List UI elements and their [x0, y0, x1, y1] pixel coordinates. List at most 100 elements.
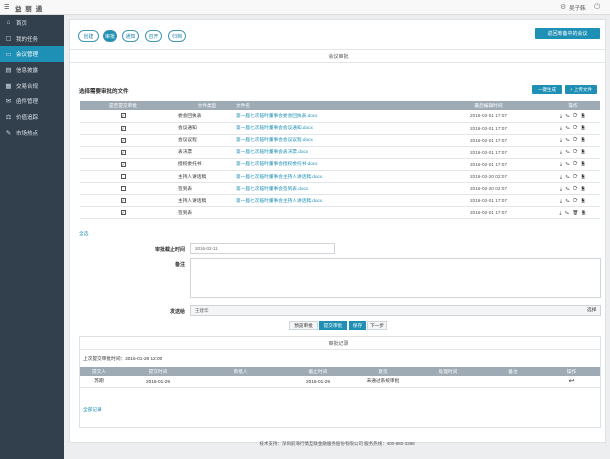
- table-row: ✓ 委会回执表 第一届七次临时董事会委会回执表.docx 2016-02-01 17:…: [80, 110, 600, 123]
- column-header: 截止时间: [283, 367, 353, 376]
- record-title: 审批记录: [328, 341, 349, 347]
- submit-checkbox[interactable]: ✓: [120, 161, 126, 167]
- sidebar-item-disclosure[interactable]: ▤ 信息披露: [0, 62, 64, 78]
- last-edit-time: 2016-02-20 02:07: [431, 182, 546, 196]
- deadline-input[interactable]: 2016-02-11: [190, 243, 335, 254]
- table-row: ✓ 会议议程 第一届七次临时董事会会议议程.docx 2016-02-01 17:07…: [80, 134, 600, 147]
- sidebar-item-meetings[interactable]: ▭ 会议管理: [0, 46, 64, 63]
- last-edit-time: 2016-02-01 17:07: [431, 206, 546, 220]
- last-edit-time: 2016-02-01 17:07: [431, 110, 546, 123]
- tab-notify[interactable]: 通知: [122, 30, 139, 42]
- select-recipient-link[interactable]: 选择: [587, 307, 596, 313]
- file-name-link[interactable]: 第一届七次临时董事会会议通知.docx: [236, 122, 431, 135]
- row-actions[interactable]: ⤓ ✎ ⟳ 🗎: [546, 110, 600, 123]
- back-to-preparing-button[interactable]: 返回筹备中的会议: [535, 28, 600, 39]
- submit-approval-button[interactable]: 提交审批: [319, 321, 347, 330]
- submit-checkbox-cell: ✓: [80, 110, 166, 123]
- file-name-link[interactable]: 第一届七次临时董事会委会回执表.docx: [236, 110, 431, 123]
- sidebar-item-label: 首页: [16, 20, 28, 27]
- column-header: 提交人: [80, 367, 118, 376]
- file-type: 委会回执表: [166, 110, 236, 123]
- record-opinion: 未通过系统审批: [353, 376, 413, 388]
- app-logo: 益 丽 通: [15, 6, 44, 13]
- content-card: 创建 审批 通知 召开 归档 返回筹备中的会议 会议审批 选择需要审批的文件 一…: [69, 19, 607, 443]
- submit-checkbox[interactable]: [120, 173, 126, 179]
- submit-checkbox[interactable]: ✓: [120, 137, 126, 143]
- submit-checkbox[interactable]: ✓: [120, 149, 126, 155]
- submit-checkbox[interactable]: ✓: [120, 198, 126, 204]
- table-row: 苏翔 2016-01-29 2016-01-29 未通过系统审批 ↩: [80, 376, 600, 388]
- all-records-link[interactable]: 全部记录: [83, 407, 102, 413]
- sidebar-item-compliance[interactable]: ▦ 交易合规: [0, 78, 64, 94]
- file-type: 签到表: [166, 182, 236, 196]
- divider: [70, 49, 607, 50]
- preview-approval-button[interactable]: 预览审批: [289, 321, 318, 330]
- file-name-link[interactable]: [236, 206, 431, 220]
- send-to-value: 王建华: [195, 307, 209, 313]
- top-bar: ☰ 益 丽 通 ⚙ 吴子韩 ⏻: [0, 0, 610, 15]
- last-submit-time: 上次提交审批时间：2016-01-29 12:00: [83, 356, 163, 361]
- file-name-link[interactable]: 第一届七次临时董事会签到表.docx: [236, 182, 431, 196]
- row-actions[interactable]: ⤓ ✎ 🗑 🗎: [546, 206, 600, 220]
- meeting-icon: ▭: [5, 51, 12, 59]
- submit-checkbox-cell: ✓: [80, 134, 166, 147]
- sidebar-item-tasks[interactable]: ☐ 我的任务: [0, 31, 64, 47]
- divider: [79, 349, 601, 350]
- table-row: ✓ 授权委托书 第一届七次临时董事会授权委托书.docx 2016-02-01 17:…: [80, 158, 600, 171]
- file-name-link[interactable]: 第一届七次临时董事会表决票.docx: [236, 146, 431, 159]
- row-actions[interactable]: ⤓ ✎ ⟳ 🗎: [546, 146, 600, 159]
- select-files-label: 选择需要审批的文件: [79, 89, 129, 95]
- tab-archive[interactable]: 归档: [168, 30, 186, 42]
- last-edit-time: 2016-02-01 17:07: [431, 158, 546, 171]
- record-table: 提交人 提交时间 审批人 截止时间 意见 处理时间 备注 操作 苏翔 2016-…: [80, 367, 600, 388]
- sidebar-item-label: 函件管理: [16, 99, 39, 106]
- row-actions[interactable]: ⤓ ✎ ⟳ 🗎: [546, 194, 600, 208]
- row-actions[interactable]: ⤓ ✎ ⟳ 🗎: [546, 134, 600, 147]
- row-actions[interactable]: ⤓ ✎ ⟳ 🗎: [546, 158, 600, 171]
- user-avatar-icon[interactable]: ⚙: [560, 3, 566, 11]
- row-actions[interactable]: ⤓ ✎ ⟳ 🗎: [546, 182, 600, 196]
- send-to-field[interactable]: 王建华: [190, 305, 601, 316]
- save-button[interactable]: 保存: [349, 321, 366, 330]
- sidebar-item-label: 我的任务: [16, 36, 39, 43]
- file-type: 主持人讲话稿: [166, 170, 236, 184]
- tab-create[interactable]: 创建: [78, 30, 99, 42]
- record-submit-time: 2016-01-29: [118, 376, 198, 388]
- remark-textarea[interactable]: [190, 258, 601, 298]
- generate-button[interactable]: 一键生成: [532, 85, 562, 94]
- column-header: 意见: [353, 367, 413, 376]
- record-approver: [198, 376, 283, 388]
- file-name-link[interactable]: 第一届七次临时董事会主持人讲话稿.docx: [236, 194, 431, 208]
- file-name-link[interactable]: 第一届七次临时董事会主持人讲话稿.docx: [236, 170, 431, 184]
- section-title: 会议审批: [328, 54, 349, 60]
- submit-checkbox[interactable]: ✓: [120, 113, 126, 119]
- power-icon[interactable]: ⏻: [594, 2, 600, 12]
- tab-convene[interactable]: 召开: [145, 30, 162, 42]
- tab-approve[interactable]: 审批: [103, 30, 117, 42]
- undo-icon[interactable]: ↩: [543, 376, 600, 388]
- user-name[interactable]: 吴子韩: [569, 4, 586, 12]
- table-row: ✓ 主持人讲话稿 第一届七次临时董事会主持人讲话稿.docx 2016-02-01 1…: [80, 194, 600, 208]
- select-all-link[interactable]: 全选: [79, 231, 88, 237]
- next-step-button[interactable]: 下一步: [367, 321, 387, 330]
- sidebar-item-value-tracking[interactable]: ⚖ 价值追踪: [0, 109, 64, 125]
- upload-button[interactable]: + 上传文件: [565, 85, 597, 94]
- sidebar-item-letters[interactable]: ✉ 函件管理: [0, 93, 64, 109]
- table-header-row: 是否提交审批 文件类型 文件名 最后编辑时间 操作: [80, 101, 600, 110]
- sidebar-item-home[interactable]: ⌂ 首页: [0, 15, 64, 31]
- submit-checkbox[interactable]: ✓: [120, 125, 126, 131]
- sidebar-item-market-hotspots[interactable]: ✎ 市场热点: [0, 125, 64, 141]
- file-type: 签到表: [166, 206, 236, 220]
- row-actions[interactable]: ⤓ ✎ ⟳ 🗎: [546, 170, 600, 184]
- menu-icon[interactable]: ☰: [4, 4, 9, 11]
- file-type: 会议通知: [166, 122, 236, 135]
- file-type: 主持人讲话稿: [166, 194, 236, 208]
- submit-checkbox[interactable]: [120, 185, 126, 191]
- column-header: 文件名: [236, 101, 431, 110]
- submit-checkbox[interactable]: ✓: [120, 210, 126, 216]
- file-name-link[interactable]: 第一届七次临时董事会授权委托书.docx: [236, 158, 431, 171]
- file-name-link[interactable]: 第一届七次临时董事会会议议程.docx: [236, 134, 431, 147]
- task-icon: ☐: [5, 35, 12, 43]
- submit-checkbox-cell: ✓: [80, 206, 166, 220]
- row-actions[interactable]: ⤓ ✎ ⟳ 🗎: [546, 122, 600, 135]
